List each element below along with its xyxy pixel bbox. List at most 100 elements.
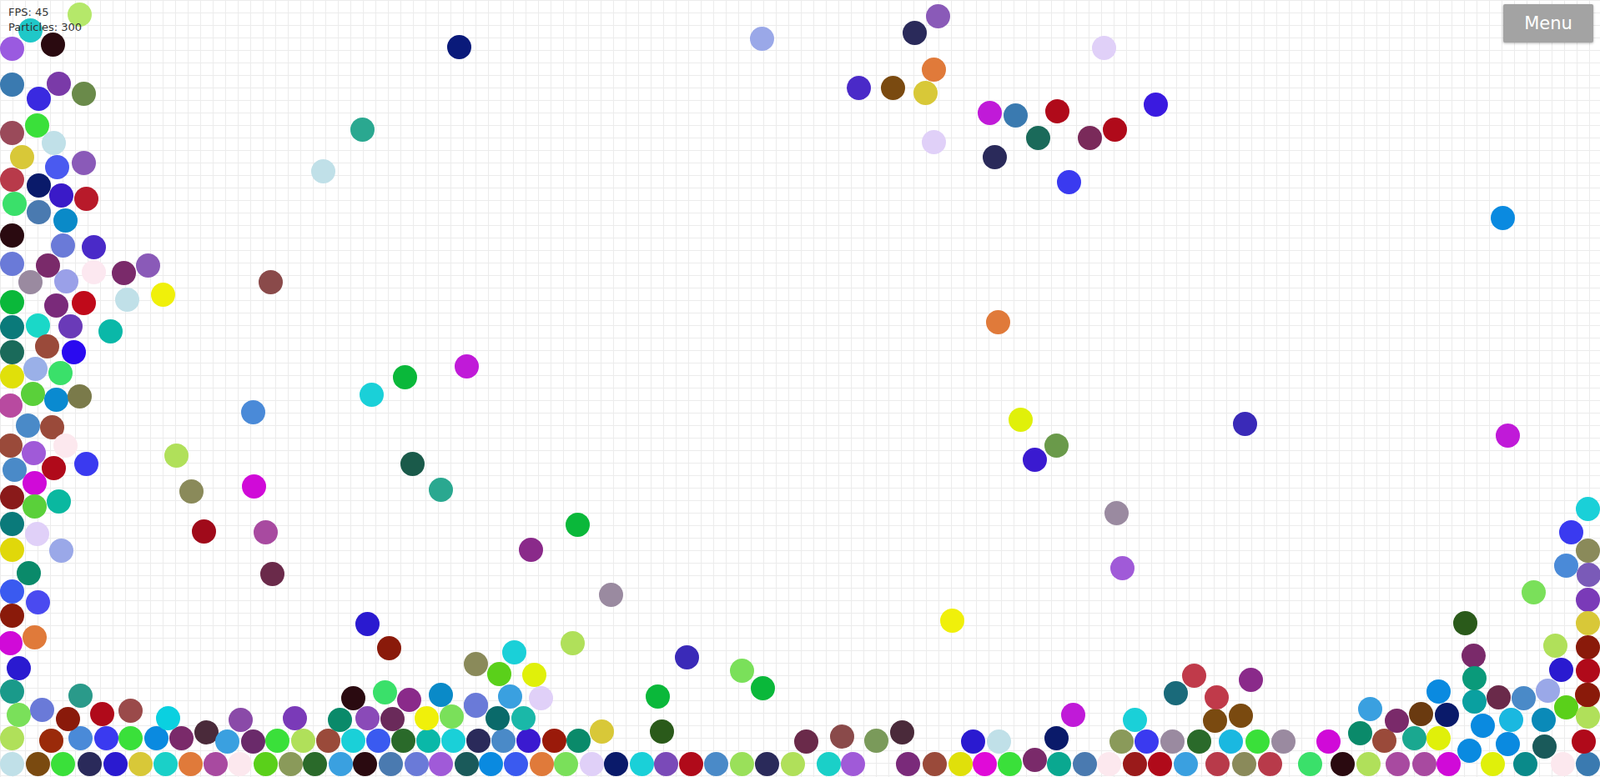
- particle: [22, 625, 47, 650]
- particle: [1330, 752, 1355, 777]
- particle: [1008, 407, 1033, 433]
- particle: [729, 659, 755, 684]
- particle: [1490, 206, 1515, 231]
- particle: [478, 752, 504, 777]
- particle: [566, 729, 591, 754]
- particle: [0, 340, 25, 365]
- particle: [645, 684, 670, 710]
- particle: [1436, 752, 1461, 777]
- particle: [404, 752, 429, 777]
- particle: [0, 752, 25, 777]
- particle: [598, 583, 624, 608]
- particle: [1026, 125, 1051, 151]
- particle: [0, 485, 25, 510]
- simulation-canvas: FPS: 45 Particles: 300 Menu: [0, 0, 1600, 777]
- particle: [447, 35, 472, 60]
- particle: [528, 686, 554, 711]
- particle: [153, 752, 178, 777]
- particle: [25, 522, 50, 547]
- particle: [1575, 588, 1600, 613]
- particle: [0, 167, 25, 192]
- particle: [39, 729, 64, 754]
- particle: [44, 387, 69, 413]
- particle: [982, 145, 1007, 170]
- particle: [258, 270, 283, 295]
- particle: [45, 155, 70, 180]
- particle: [1495, 732, 1520, 757]
- particle: [0, 315, 25, 340]
- particle: [1205, 752, 1230, 777]
- particle: [25, 313, 51, 338]
- particle: [0, 579, 25, 604]
- particle: [178, 752, 203, 777]
- particle: [1228, 704, 1253, 729]
- particle: [565, 513, 590, 538]
- particle: [302, 752, 328, 777]
- particle: [1426, 679, 1451, 705]
- particle: [135, 253, 161, 278]
- particle: [41, 456, 66, 481]
- particle: [948, 752, 973, 777]
- particle: [366, 729, 391, 754]
- particle: [466, 729, 491, 754]
- particle: [282, 706, 307, 731]
- particle: [1046, 752, 1072, 777]
- particle: [278, 752, 303, 777]
- particle: [10, 145, 35, 170]
- particle: [1204, 685, 1229, 710]
- particle: [1022, 748, 1047, 773]
- particle: [328, 752, 353, 777]
- particle: [74, 186, 99, 212]
- particle: [327, 708, 353, 733]
- particle: [103, 752, 128, 777]
- particle: [1549, 658, 1574, 683]
- particle: [71, 81, 96, 106]
- particle: [553, 752, 579, 777]
- particle: [0, 223, 25, 248]
- particle: [118, 699, 143, 724]
- particle: [921, 57, 946, 82]
- particle: [560, 631, 585, 656]
- particle: [1575, 659, 1600, 684]
- particle: [1575, 704, 1600, 730]
- particle: [1348, 721, 1373, 746]
- particle: [1462, 689, 1487, 715]
- particle: [1575, 635, 1600, 660]
- particle: [53, 433, 78, 458]
- particle: [1480, 752, 1505, 777]
- particle: [830, 724, 855, 750]
- particle: [1462, 666, 1487, 691]
- particle: [46, 489, 71, 514]
- menu-button[interactable]: Menu: [1503, 4, 1594, 43]
- particle: [1202, 709, 1228, 734]
- particle: [1072, 752, 1097, 777]
- particle: [48, 361, 73, 386]
- particle: [54, 269, 79, 294]
- particle: [0, 251, 25, 277]
- particle: [1077, 125, 1102, 151]
- particle: [516, 729, 541, 754]
- particle: [0, 433, 23, 458]
- particle: [0, 538, 25, 563]
- particle: [21, 441, 46, 466]
- particle: [522, 663, 547, 688]
- particle: [846, 75, 871, 101]
- particle: [0, 36, 25, 61]
- particle: [1486, 685, 1511, 710]
- particle: [1554, 695, 1579, 720]
- particle: [355, 612, 380, 637]
- particle: [1453, 611, 1478, 636]
- particle: [128, 752, 153, 777]
- particle: [0, 120, 25, 146]
- particle: [164, 443, 189, 468]
- particle: [228, 708, 253, 733]
- particle: [169, 726, 194, 751]
- particle: [0, 290, 25, 315]
- particle: [649, 719, 675, 745]
- particle: [972, 752, 997, 777]
- particle: [1173, 752, 1198, 777]
- particle: [392, 365, 418, 390]
- particle: [1238, 668, 1263, 693]
- particle: [1513, 752, 1538, 777]
- particle: [428, 752, 453, 777]
